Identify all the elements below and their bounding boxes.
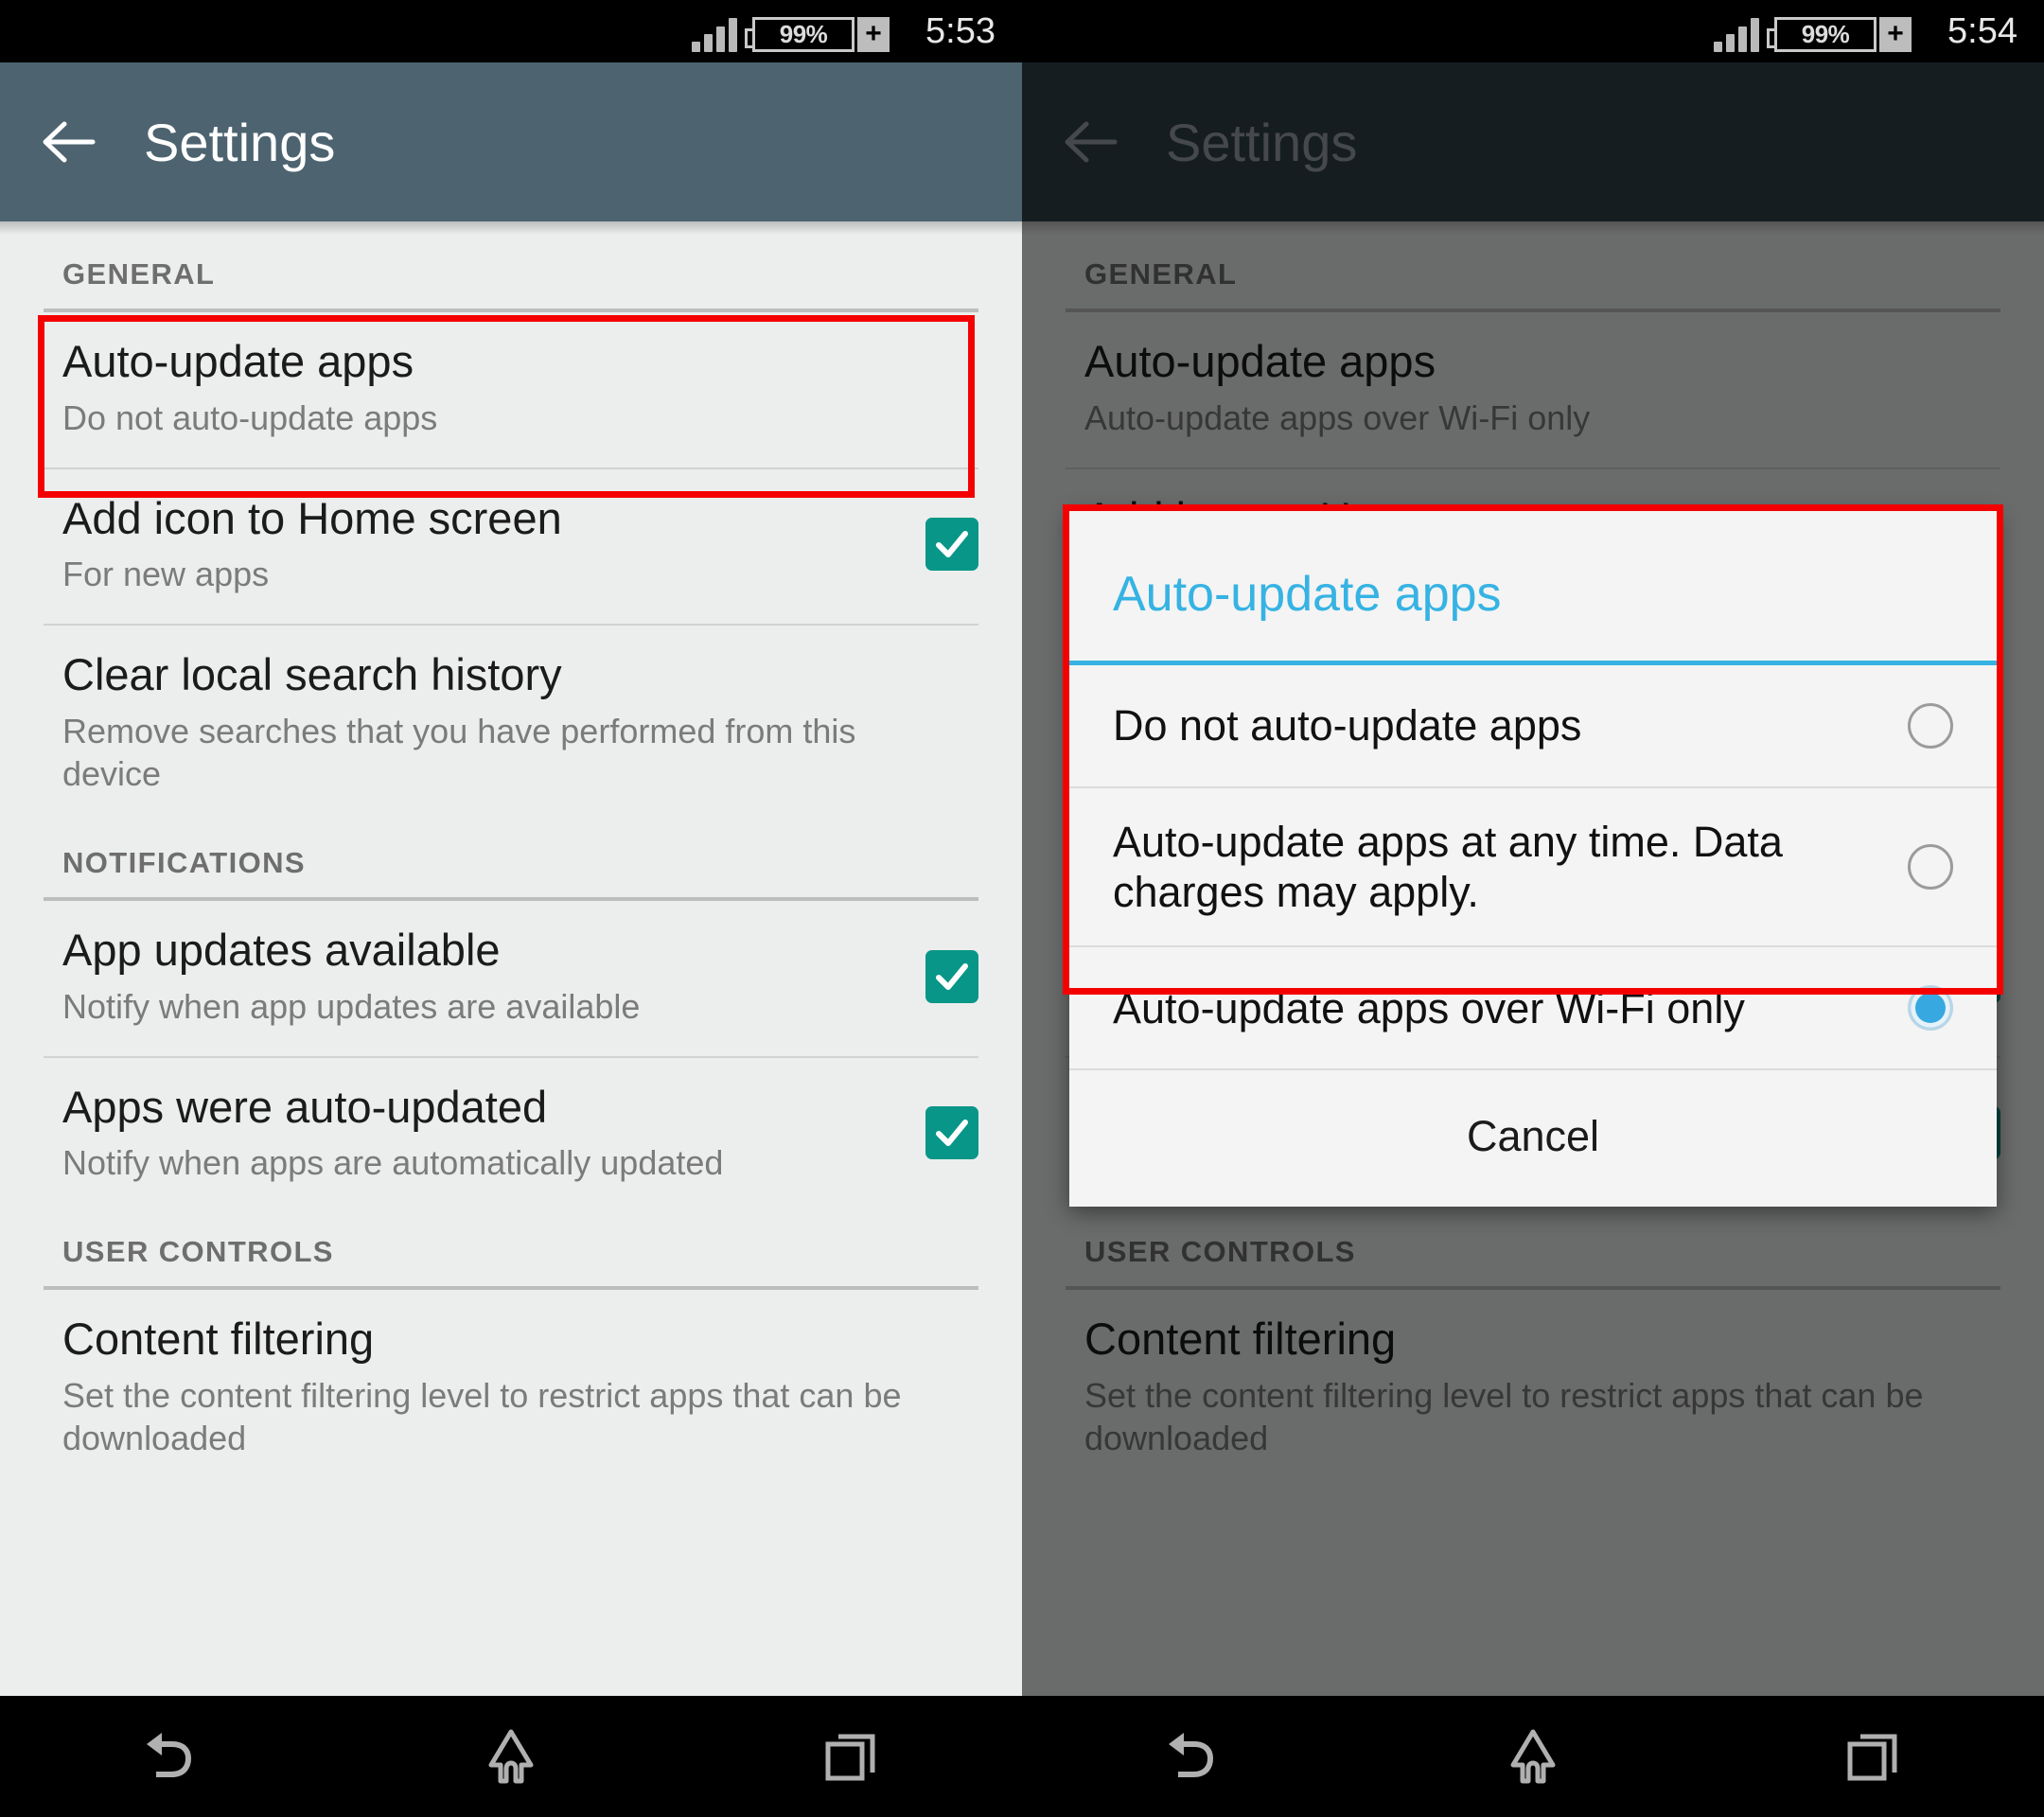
back-arrow-icon[interactable] xyxy=(40,114,97,170)
signal-bars-icon xyxy=(692,17,738,52)
row-subtitle: Notify when app updates are available xyxy=(62,986,641,1026)
settings-list-left[interactable]: GENERAL Auto-update apps Do not auto-updat… xyxy=(0,221,1022,1696)
row-title: Clear local search history xyxy=(62,649,562,700)
nav-recents-icon[interactable] xyxy=(781,1714,923,1799)
section-header: NOTIFICATIONS xyxy=(62,845,306,879)
row-title: Apps were auto-updated xyxy=(62,1081,548,1132)
row-subtitle: Notify when apps are automatically updat… xyxy=(62,1143,724,1183)
row-title: App updates available xyxy=(62,924,501,975)
row-title: Auto-update apps xyxy=(62,336,414,386)
status-bar-left: 99% + 5:53 xyxy=(0,0,1022,62)
nav-recents-icon[interactable] xyxy=(1803,1714,1945,1799)
settings-row[interactable]: App updates available Notify when app upd… xyxy=(0,901,1022,1056)
settings-row[interactable]: Clear local search history Remove searche… xyxy=(0,626,1022,823)
row-text: Content filtering Set the content filteri… xyxy=(62,1314,978,1459)
section-header: GENERAL xyxy=(62,257,216,291)
dialog-option-label: Do not auto-update apps xyxy=(1113,701,1582,750)
status-time-right: 5:54 xyxy=(1947,10,2018,51)
dialog-option-label: Auto-update apps over Wi-Fi only xyxy=(1113,983,1745,1032)
row-subtitle: Set the content filtering level to restr… xyxy=(62,1375,902,1457)
app-bar-left: Settings xyxy=(0,62,1022,221)
phone-screen-left: 99% + 5:53 Settings GENERAL Auto-update a… xyxy=(0,0,1022,1817)
radio-button[interactable] xyxy=(1908,844,1953,891)
status-bar-right: 99% + 5:54 xyxy=(1022,0,2044,62)
row-title: Add icon to Home screen xyxy=(62,492,562,543)
row-checkbox[interactable] xyxy=(925,518,978,572)
row-subtitle: Do not auto-update apps xyxy=(62,397,438,437)
signal-bars-icon xyxy=(1714,17,1760,52)
dialog-option[interactable]: Auto-update apps at any time. Data charg… xyxy=(1069,788,1997,945)
settings-row[interactable]: Apps were auto-updated Notify when apps a… xyxy=(0,1058,1022,1213)
row-subtitle: Remove searches that you have performed … xyxy=(62,711,856,793)
row-checkbox[interactable] xyxy=(925,1106,978,1160)
row-text: App updates available Notify when app upd… xyxy=(62,924,925,1028)
charging-plus-icon: + xyxy=(1879,16,1912,52)
dual-screenshot-container: 99% + 5:53 Settings GENERAL Auto-update a… xyxy=(0,0,2044,1817)
dialog-option[interactable]: Auto-update apps over Wi-Fi only xyxy=(1069,947,1997,1068)
settings-row[interactable]: Content filtering Set the content filteri… xyxy=(0,1290,1022,1488)
cancel-button[interactable]: Cancel xyxy=(1069,1070,1997,1207)
charging-plus-icon: + xyxy=(857,16,890,52)
page-title: Settings xyxy=(144,112,336,172)
row-text: Add icon to Home screen For new apps xyxy=(62,492,925,596)
row-checkbox[interactable] xyxy=(925,949,978,1003)
battery-icon: 99% + xyxy=(745,16,890,52)
navigation-bar-right xyxy=(1022,1696,2044,1817)
status-time-left: 5:53 xyxy=(925,10,996,51)
radio-button-selected[interactable] xyxy=(1908,985,1953,1032)
scroll-shadow xyxy=(0,221,1022,235)
battery-percent-label: 99% xyxy=(1767,16,1877,52)
row-title: Content filtering xyxy=(62,1314,375,1365)
settings-row[interactable]: Add icon to Home screen For new apps xyxy=(0,469,1022,625)
navigation-bar-left xyxy=(0,1696,1022,1817)
dialog-option[interactable]: Do not auto-update apps xyxy=(1069,665,1997,786)
dialog-option-label: Auto-update apps at any time. Data charg… xyxy=(1113,818,1783,917)
nav-back-icon[interactable] xyxy=(1121,1714,1263,1799)
nav-home-icon[interactable] xyxy=(1462,1714,1604,1799)
section-header: USER CONTROLS xyxy=(62,1235,334,1269)
row-subtitle: For new apps xyxy=(62,555,270,594)
battery-icon: 99% + xyxy=(1767,16,1912,52)
nav-back-icon[interactable] xyxy=(99,1714,241,1799)
phone-screen-right: 99% + 5:54 Settings GENERALAuto-update a… xyxy=(1022,0,2044,1817)
row-text: Clear local search history Remove searche… xyxy=(62,650,978,795)
battery-percent-label: 99% xyxy=(745,16,855,52)
dialog-title: Auto-update apps xyxy=(1113,567,1502,622)
radio-button[interactable] xyxy=(1908,703,1953,749)
auto-update-apps-dialog: Auto-update apps Do not auto-update apps… xyxy=(1069,511,1997,1208)
row-text: Auto-update apps Do not auto-update apps xyxy=(62,336,978,439)
settings-row[interactable]: Auto-update apps Do not auto-update apps xyxy=(0,312,1022,467)
row-text: Apps were auto-updated Notify when apps a… xyxy=(62,1081,925,1185)
nav-home-icon[interactable] xyxy=(440,1714,582,1799)
